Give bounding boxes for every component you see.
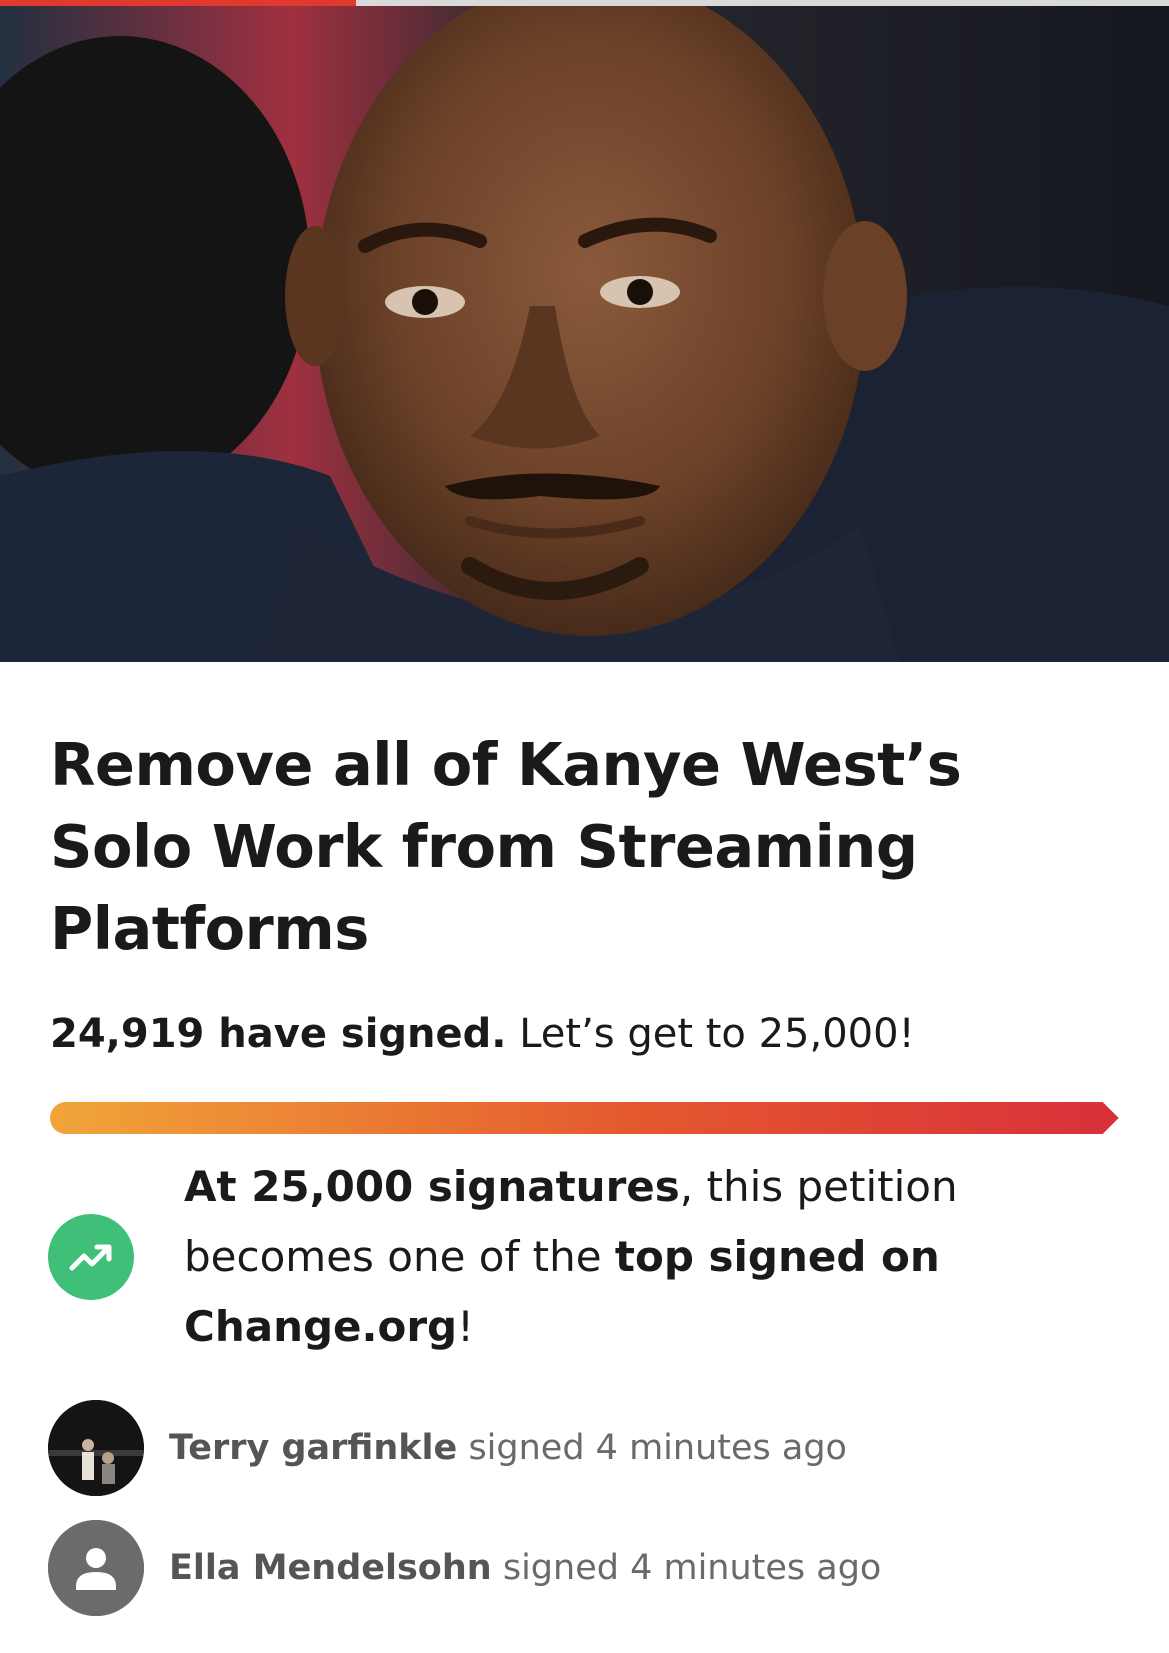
progress-bar-fill (50, 1102, 1119, 1134)
signature-count-line: 24,919 have signed. Let’s get to 25,000! (50, 1006, 1120, 1062)
milestone-text: At 25,000 signatures, this petition beco… (184, 1152, 1014, 1362)
signer-name: Terry garfinkle (169, 1428, 458, 1468)
signature-progress-bar (48, 1100, 1124, 1136)
signer-text: Terry garfinkle signed 4 minutes ago (169, 1424, 847, 1472)
milestone-text-end: ! (457, 1302, 474, 1351)
signer-action: signed 4 minutes ago (468, 1428, 847, 1468)
signature-goal: Let’s get to 25,000! (519, 1011, 915, 1057)
petition-content: Remove all of Kanye West’s Solo Work fro… (50, 724, 1120, 1062)
signature-count: 24,919 have signed. (50, 1011, 507, 1057)
petition-hero-image (0, 6, 1169, 662)
default-user-icon[interactable] (48, 1520, 144, 1616)
recent-signer-item: Terry garfinkle signed 4 minutes ago (48, 1400, 1118, 1496)
progress-bar-graphic (50, 1102, 1119, 1134)
hero-photo (0, 6, 1169, 662)
signer-action: signed 4 minutes ago (502, 1548, 882, 1588)
signer-name: Ella Mendelsohn (169, 1548, 492, 1588)
avatar[interactable] (48, 1400, 144, 1496)
recent-signer-item: Ella Mendelsohn signed 4 minutes ago (48, 1520, 1118, 1616)
trending-up-icon (48, 1214, 134, 1300)
milestone-bold-goal: At 25,000 signatures (184, 1162, 680, 1211)
milestone-callout: At 25,000 signatures, this petition beco… (48, 1152, 1118, 1362)
signer-text: Ella Mendelsohn signed 4 minutes ago (169, 1544, 881, 1592)
petition-title: Remove all of Kanye West’s Solo Work fro… (50, 730, 962, 963)
